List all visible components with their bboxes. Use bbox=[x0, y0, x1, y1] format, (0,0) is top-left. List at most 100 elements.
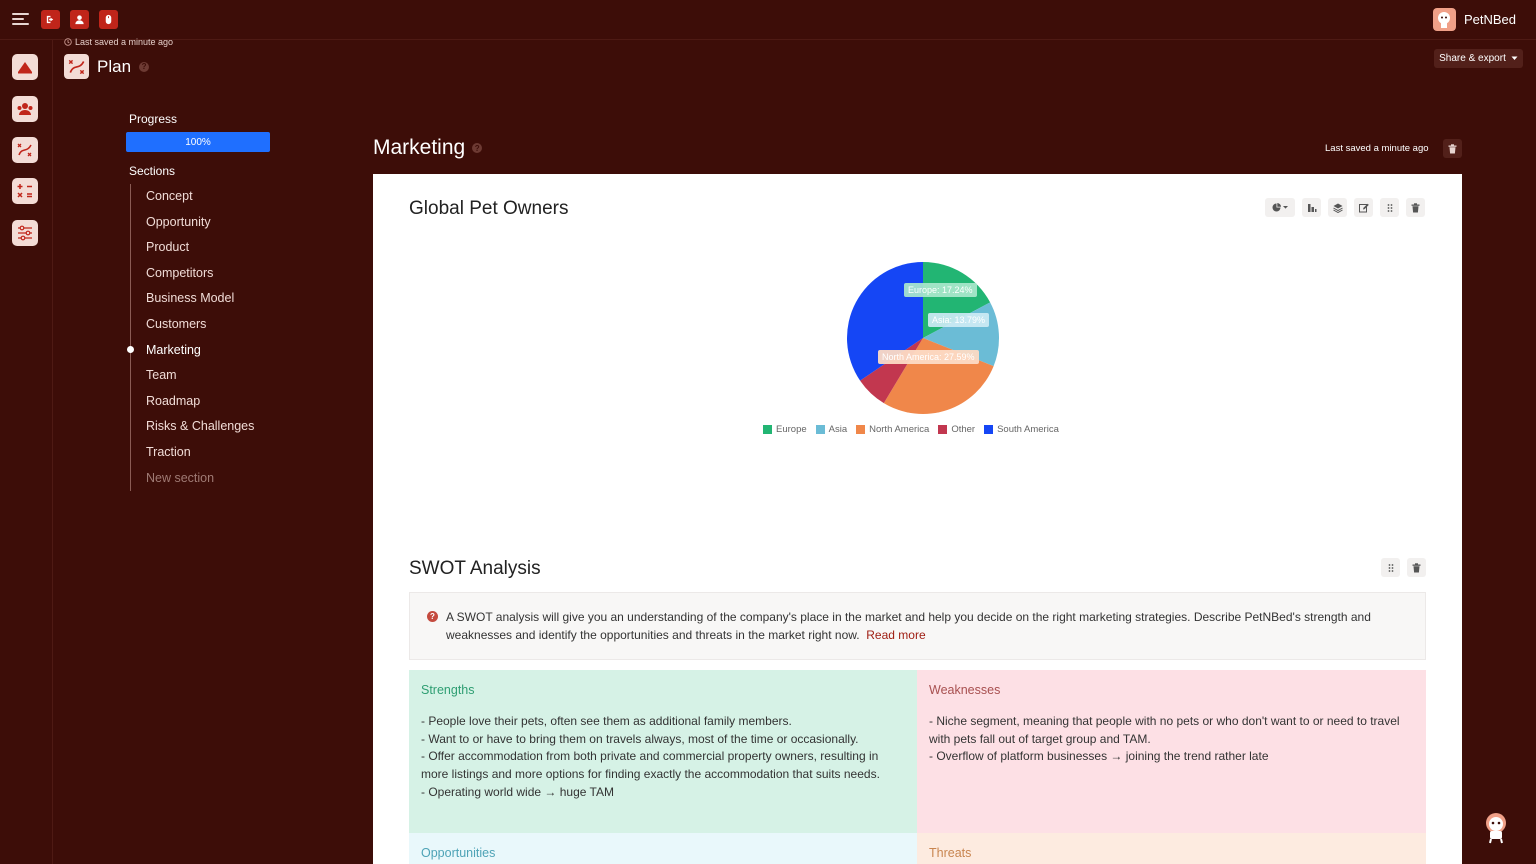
swot-drag-handle[interactable] bbox=[1381, 558, 1400, 577]
progress-label: Progress bbox=[129, 112, 178, 126]
threats-title: Threats bbox=[929, 846, 972, 860]
swot-toolbar bbox=[1381, 558, 1426, 577]
last-saved-text: Last saved a minute ago bbox=[75, 37, 174, 47]
brand-logo-icon bbox=[1432, 8, 1456, 31]
pie-chart-icon bbox=[1272, 203, 1288, 212]
legend-swatch bbox=[938, 425, 948, 434]
mouse-icon[interactable] bbox=[99, 10, 118, 29]
chart-toolbar bbox=[1265, 198, 1425, 217]
chart-edit-button[interactable] bbox=[1354, 198, 1373, 217]
trash-icon bbox=[1448, 143, 1457, 153]
drag-handle-icon bbox=[1387, 203, 1392, 212]
sidebar-section-item[interactable]: New section bbox=[146, 468, 254, 494]
chart-layers-button[interactable] bbox=[1328, 198, 1347, 217]
delete-section-button[interactable] bbox=[1443, 139, 1462, 158]
rail-plan-icon[interactable] bbox=[12, 137, 38, 163]
top-bar: PetNBed bbox=[0, 0, 1536, 40]
read-more-link[interactable]: Read more bbox=[866, 628, 925, 642]
share-export-button[interactable]: Share & export bbox=[1434, 49, 1523, 68]
legend-item[interactable]: North America bbox=[856, 424, 929, 435]
swot-delete-button[interactable] bbox=[1407, 558, 1426, 577]
legend-swatch bbox=[856, 425, 866, 434]
exit-icon[interactable] bbox=[41, 10, 60, 29]
pie-chart-svg bbox=[847, 262, 999, 414]
section-title: Marketing ? bbox=[373, 136, 483, 160]
help-icon[interactable]: ? bbox=[472, 143, 483, 153]
active-section-marker bbox=[127, 346, 134, 353]
brand-name: PetNBed bbox=[1463, 12, 1516, 27]
legend-item[interactable]: South America bbox=[984, 424, 1059, 435]
sidebar-section-item[interactable]: Roadmap bbox=[146, 391, 254, 417]
legend-item[interactable]: Europe bbox=[763, 424, 807, 435]
section-last-saved: Last saved a minute ago bbox=[1325, 143, 1429, 154]
strengths-text[interactable]: - People love their pets, often see them… bbox=[421, 713, 905, 802]
swot-info-box: ? A SWOT analysis will give you an under… bbox=[409, 592, 1426, 660]
sidebar-section-item[interactable]: Risks & Challenges bbox=[146, 416, 254, 442]
legend-label: Europe bbox=[776, 424, 807, 435]
left-rail bbox=[0, 40, 53, 864]
trash-icon bbox=[1411, 202, 1420, 212]
sidebar-section-item[interactable]: Opportunity bbox=[146, 212, 254, 238]
legend-label: South America bbox=[997, 424, 1059, 435]
sidebar-section-item[interactable]: Team bbox=[146, 365, 254, 391]
brand[interactable]: PetNBed bbox=[1432, 8, 1516, 31]
sections-timeline bbox=[130, 184, 131, 491]
clock-icon bbox=[64, 38, 72, 46]
chart-data-button[interactable] bbox=[1302, 198, 1321, 217]
legend-swatch bbox=[984, 425, 994, 434]
rail-settings-icon[interactable] bbox=[12, 220, 38, 246]
pie-label-north-america: North America: 27.59% bbox=[878, 350, 979, 364]
last-saved-indicator: Last saved a minute ago bbox=[64, 37, 173, 47]
legend-item[interactable]: Other bbox=[938, 424, 975, 435]
chart-delete-button[interactable] bbox=[1406, 198, 1425, 217]
opportunities-panel[interactable]: Opportunities bbox=[409, 833, 917, 864]
chart-type-dropdown[interactable] bbox=[1265, 198, 1295, 217]
trash-icon bbox=[1412, 562, 1421, 572]
strengths-title: Strengths bbox=[421, 683, 475, 697]
sidebar-section-item[interactable]: Marketing bbox=[146, 340, 254, 366]
chart-drag-handle[interactable] bbox=[1380, 198, 1399, 217]
rail-team-icon[interactable] bbox=[12, 96, 38, 122]
layers-icon bbox=[1332, 203, 1343, 213]
sidebar-section-item[interactable]: Competitors bbox=[146, 263, 254, 289]
pie-label-asia: Asia: 13.79% bbox=[928, 313, 990, 327]
pie-chart: Europe: 17.24% Asia: 13.79% North Americ… bbox=[843, 258, 1003, 418]
plan-title: Plan ? bbox=[64, 54, 150, 79]
edit-icon bbox=[1358, 203, 1369, 212]
sidebar-section-item[interactable]: Concept bbox=[146, 186, 254, 212]
threats-panel[interactable]: Threats bbox=[917, 833, 1426, 864]
chart-title: Global Pet Owners bbox=[409, 198, 569, 219]
pie-label-europe: Europe: 17.24% bbox=[904, 283, 977, 297]
opportunities-title: Opportunities bbox=[421, 846, 496, 860]
progress-bar: 100% bbox=[126, 132, 270, 152]
user-icon[interactable] bbox=[70, 10, 89, 29]
swot-info-text: A SWOT analysis will give you an underst… bbox=[446, 608, 1416, 644]
sidebar-section-item[interactable]: Customers bbox=[146, 314, 254, 340]
sidebar-section-item[interactable]: Product bbox=[146, 237, 254, 263]
section-list: Concept Opportunity Product Competitors Busi… bbox=[146, 186, 254, 493]
weaknesses-panel[interactable]: Weaknesses - Niche segment, meaning that… bbox=[917, 670, 1426, 833]
question-icon: ? bbox=[427, 611, 438, 622]
progress-fill: 100% bbox=[126, 132, 270, 152]
legend-label: North America bbox=[869, 424, 930, 435]
help-icon[interactable]: ? bbox=[139, 61, 150, 72]
section-title-text: Marketing bbox=[373, 136, 466, 159]
content-card: Global Pet Owners Europe: 17.24% Asia: 1… bbox=[373, 174, 1462, 864]
legend-swatch bbox=[815, 425, 825, 434]
drag-handle-icon bbox=[1388, 563, 1393, 572]
plan-title-text: Plan bbox=[97, 56, 132, 76]
legend-label: Other bbox=[951, 424, 976, 435]
legend-item[interactable]: Asia bbox=[815, 424, 848, 435]
legend-label: Asia bbox=[828, 424, 848, 435]
strengths-panel[interactable]: Strengths - People love their pets, ofte… bbox=[409, 670, 917, 833]
assistant-mascot-icon[interactable] bbox=[1484, 812, 1508, 844]
sidebar-section-item[interactable]: Traction bbox=[146, 442, 254, 468]
menu-icon[interactable] bbox=[12, 13, 29, 25]
rail-calculator-icon[interactable] bbox=[12, 178, 38, 204]
swot-title: SWOT Analysis bbox=[409, 558, 541, 579]
chevron-down-icon bbox=[1511, 56, 1518, 60]
rail-mountain-icon[interactable] bbox=[12, 54, 38, 80]
weaknesses-text[interactable]: - Niche segment, meaning that people wit… bbox=[929, 713, 1414, 766]
sidebar-section-item[interactable]: Business Model bbox=[146, 288, 254, 314]
sections-label: Sections bbox=[129, 164, 176, 178]
